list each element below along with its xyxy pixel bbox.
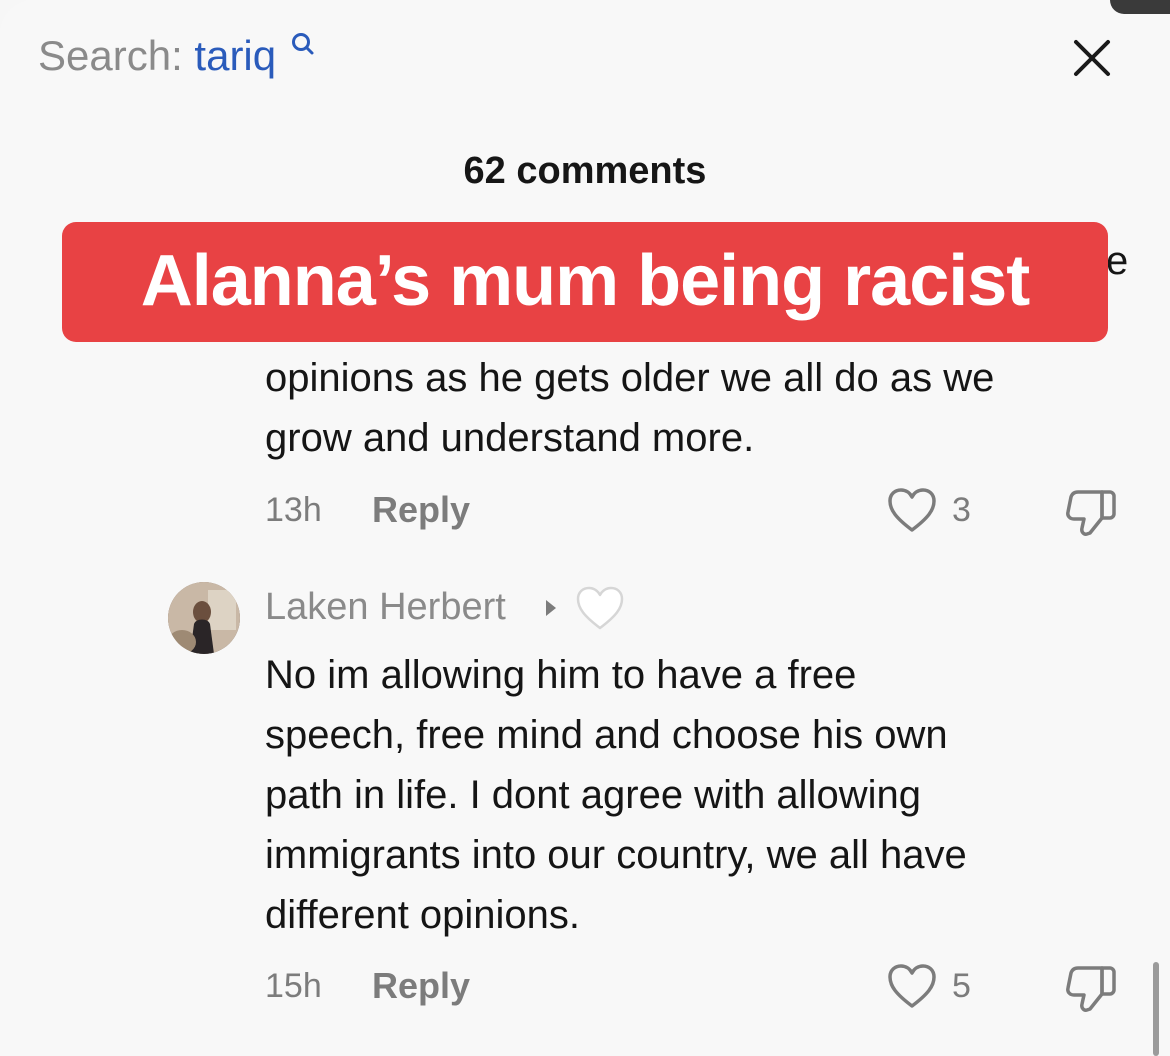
- search-query[interactable]: tariq: [194, 32, 276, 79]
- comment-count: 62 comments: [463, 150, 707, 192]
- white-heart-icon: [576, 586, 624, 630]
- like-count: 3: [952, 491, 971, 529]
- caption-text: Alanna’s mum being racist: [140, 241, 1031, 321]
- scrollbar[interactable]: [1153, 962, 1159, 1056]
- sheet-corner: [1110, 0, 1170, 14]
- caption-overlay: Alanna’s mum being racist: [62, 222, 1108, 342]
- search-label: Search:: [38, 32, 183, 79]
- heart-outline-icon[interactable]: [886, 486, 938, 534]
- search-icon[interactable]: [290, 32, 316, 60]
- reply-button[interactable]: Reply: [372, 964, 470, 1008]
- comment-text-line: immigrants into our country, we all have: [265, 833, 967, 877]
- comment-text-line: speech, free mind and choose his own: [265, 713, 948, 757]
- comment-text-line: opinions as he gets older we all do as w…: [265, 356, 995, 400]
- comment-timestamp: 13h: [265, 491, 322, 529]
- comment-text-line: different opinions.: [265, 893, 581, 937]
- reply-button[interactable]: Reply: [372, 488, 470, 532]
- like-count: 5: [952, 967, 971, 1005]
- comments-sheet: Search: tariq 62 comments e opinions as …: [0, 0, 1170, 1056]
- comment-text-line: grow and understand more.: [265, 416, 755, 460]
- comment-text-line: path in life. I dont agree with allowing: [265, 773, 921, 817]
- comment-timestamp: 15h: [265, 967, 322, 1005]
- play-triangle-icon: [546, 600, 556, 616]
- thumbs-down-icon[interactable]: [1064, 962, 1118, 1014]
- close-icon[interactable]: [1070, 36, 1114, 80]
- avatar[interactable]: [168, 582, 240, 654]
- comment-text-line: No im allowing him to have a free: [265, 653, 857, 697]
- thumbs-down-icon[interactable]: [1064, 486, 1118, 538]
- comment-username[interactable]: Laken Herbert: [265, 584, 506, 630]
- heart-outline-icon[interactable]: [886, 962, 938, 1010]
- search-header[interactable]: Search: tariq: [38, 28, 316, 84]
- hidden-comment-fragment: e: [1106, 239, 1129, 283]
